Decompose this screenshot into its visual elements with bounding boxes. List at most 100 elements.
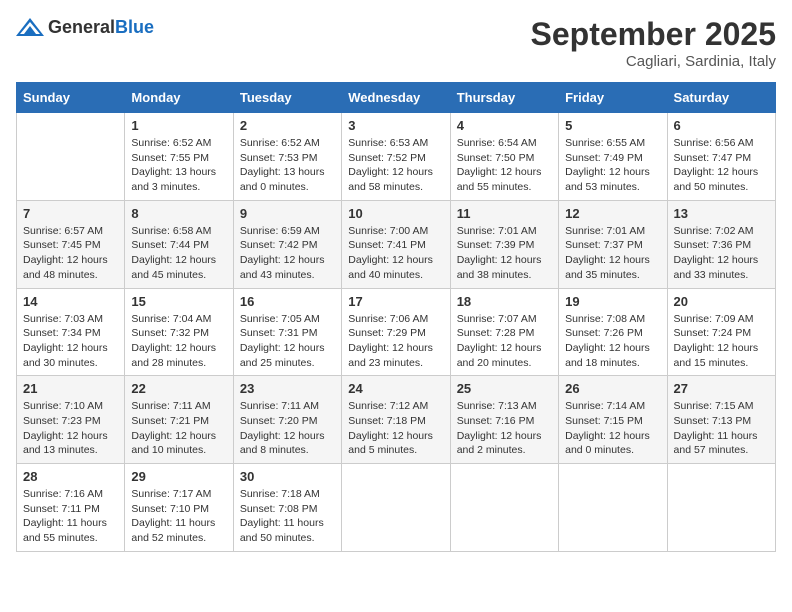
col-thursday: Thursday (450, 83, 558, 113)
day-number: 6 (674, 118, 769, 133)
calendar-cell (342, 464, 450, 552)
day-info: Sunrise: 7:11 AM Sunset: 7:20 PM Dayligh… (240, 399, 335, 458)
day-number: 2 (240, 118, 335, 133)
day-info: Sunrise: 7:02 AM Sunset: 7:36 PM Dayligh… (674, 224, 769, 283)
calendar-cell: 25 Sunrise: 7:13 AM Sunset: 7:16 PM Dayli… (450, 376, 558, 464)
day-info: Sunrise: 6:52 AM Sunset: 7:53 PM Dayligh… (240, 136, 335, 195)
calendar-cell: 26Sunrise: 7:14 AM Sunset: 7:15 PM Dayli… (559, 376, 667, 464)
calendar-cell: 4 Sunrise: 6:54 AM Sunset: 7:50 PM Daylig… (450, 113, 558, 201)
day-number: 11 (457, 206, 552, 221)
day-info: Sunrise: 7:15 AM Sunset: 7:13 PM Dayligh… (674, 399, 769, 458)
calendar-cell: 8 Sunrise: 6:58 AM Sunset: 7:44 PM Daylig… (125, 200, 233, 288)
day-number: 7 (23, 206, 118, 221)
day-info: Sunrise: 7:13 AM Sunset: 7:16 PM Dayligh… (457, 399, 552, 458)
location: Cagliari, Sardinia, Italy (531, 53, 776, 70)
day-info: Sunrise: 7:18 AM Sunset: 7:08 PM Dayligh… (240, 487, 335, 546)
calendar-cell: 27 Sunrise: 7:15 AM Sunset: 7:13 PM Dayli… (667, 376, 775, 464)
logo-blue: Blue (115, 17, 154, 37)
day-info: Sunrise: 7:05 AM Sunset: 7:31 PM Dayligh… (240, 312, 335, 371)
calendar-cell (450, 464, 558, 552)
calendar-table: Sunday Monday Tuesday Wednesday Thursday… (16, 82, 776, 552)
calendar-cell: 29 Sunrise: 7:17 AM Sunset: 7:10 PM Dayli… (125, 464, 233, 552)
col-sunday: Sunday (17, 83, 125, 113)
day-info: Sunrise: 6:56 AM Sunset: 7:47 PM Dayligh… (674, 136, 769, 195)
calendar-cell: 19 Sunrise: 7:08 AM Sunset: 7:26 PM Dayli… (559, 288, 667, 376)
day-number: 5 (565, 118, 660, 133)
day-info: Sunrise: 6:52 AM Sunset: 7:55 PM Dayligh… (131, 136, 226, 195)
calendar-cell: 23Sunrise: 7:11 AM Sunset: 7:20 PM Dayli… (233, 376, 341, 464)
calendar-cell: 1 Sunrise: 6:52 AM Sunset: 7:55 PM Daylig… (125, 113, 233, 201)
calendar-cell: 13 Sunrise: 7:02 AM Sunset: 7:36 PM Dayli… (667, 200, 775, 288)
calendar-cell: 18 Sunrise: 7:07 AM Sunset: 7:28 PM Dayli… (450, 288, 558, 376)
day-info: Sunrise: 7:16 AM Sunset: 7:11 PM Dayligh… (23, 487, 118, 546)
day-info: Sunrise: 7:10 AM Sunset: 7:23 PM Dayligh… (23, 399, 118, 458)
day-number: 10 (348, 206, 443, 221)
day-info: Sunrise: 6:55 AM Sunset: 7:49 PM Dayligh… (565, 136, 660, 195)
logo-general: General (48, 17, 115, 37)
day-info: Sunrise: 7:12 AM Sunset: 7:18 PM Dayligh… (348, 399, 443, 458)
calendar-cell: 6 Sunrise: 6:56 AM Sunset: 7:47 PM Daylig… (667, 113, 775, 201)
day-number: 24 (348, 381, 443, 396)
logo: GeneralBlue (16, 16, 154, 38)
calendar-header-row: Sunday Monday Tuesday Wednesday Thursday… (17, 83, 776, 113)
col-friday: Friday (559, 83, 667, 113)
day-info: Sunrise: 7:09 AM Sunset: 7:24 PM Dayligh… (674, 312, 769, 371)
day-number: 21 (23, 381, 118, 396)
calendar-cell: 11 Sunrise: 7:01 AM Sunset: 7:39 PM Dayli… (450, 200, 558, 288)
day-info: Sunrise: 7:11 AM Sunset: 7:21 PM Dayligh… (131, 399, 226, 458)
calendar-week-row: 1 Sunrise: 6:52 AM Sunset: 7:55 PM Daylig… (17, 113, 776, 201)
day-number: 1 (131, 118, 226, 133)
day-number: 25 (457, 381, 552, 396)
day-info: Sunrise: 7:06 AM Sunset: 7:29 PM Dayligh… (348, 312, 443, 371)
day-number: 29 (131, 469, 226, 484)
calendar-cell (667, 464, 775, 552)
day-info: Sunrise: 7:17 AM Sunset: 7:10 PM Dayligh… (131, 487, 226, 546)
calendar-cell: 20 Sunrise: 7:09 AM Sunset: 7:24 PM Dayli… (667, 288, 775, 376)
day-number: 3 (348, 118, 443, 133)
calendar-cell: 28Sunrise: 7:16 AM Sunset: 7:11 PM Dayli… (17, 464, 125, 552)
day-info: Sunrise: 6:54 AM Sunset: 7:50 PM Dayligh… (457, 136, 552, 195)
calendar-cell: 24 Sunrise: 7:12 AM Sunset: 7:18 PM Dayli… (342, 376, 450, 464)
calendar-cell: 16 Sunrise: 7:05 AM Sunset: 7:31 PM Dayli… (233, 288, 341, 376)
day-number: 15 (131, 294, 226, 309)
logo-text: GeneralBlue (48, 17, 154, 38)
day-number: 18 (457, 294, 552, 309)
col-tuesday: Tuesday (233, 83, 341, 113)
calendar-cell: 12Sunrise: 7:01 AM Sunset: 7:37 PM Dayli… (559, 200, 667, 288)
day-info: Sunrise: 6:59 AM Sunset: 7:42 PM Dayligh… (240, 224, 335, 283)
calendar-cell: 17Sunrise: 7:06 AM Sunset: 7:29 PM Dayli… (342, 288, 450, 376)
calendar-week-row: 14 Sunrise: 7:03 AM Sunset: 7:34 PM Dayli… (17, 288, 776, 376)
day-number: 12 (565, 206, 660, 221)
calendar-cell: 21 Sunrise: 7:10 AM Sunset: 7:23 PM Dayli… (17, 376, 125, 464)
day-info: Sunrise: 7:04 AM Sunset: 7:32 PM Dayligh… (131, 312, 226, 371)
day-number: 8 (131, 206, 226, 221)
logo-icon (16, 16, 44, 38)
calendar-cell: 15 Sunrise: 7:04 AM Sunset: 7:32 PM Dayli… (125, 288, 233, 376)
day-info: Sunrise: 7:07 AM Sunset: 7:28 PM Dayligh… (457, 312, 552, 371)
calendar-cell: 3Sunrise: 6:53 AM Sunset: 7:52 PM Daylig… (342, 113, 450, 201)
day-number: 20 (674, 294, 769, 309)
day-number: 19 (565, 294, 660, 309)
day-info: Sunrise: 7:03 AM Sunset: 7:34 PM Dayligh… (23, 312, 118, 371)
day-info: Sunrise: 7:08 AM Sunset: 7:26 PM Dayligh… (565, 312, 660, 371)
calendar-week-row: 28Sunrise: 7:16 AM Sunset: 7:11 PM Dayli… (17, 464, 776, 552)
calendar-cell (559, 464, 667, 552)
page-header: GeneralBlue September 2025 Cagliari, Sar… (16, 16, 776, 70)
calendar-cell: 9 Sunrise: 6:59 AM Sunset: 7:42 PM Daylig… (233, 200, 341, 288)
day-number: 27 (674, 381, 769, 396)
day-info: Sunrise: 7:00 AM Sunset: 7:41 PM Dayligh… (348, 224, 443, 283)
day-number: 13 (674, 206, 769, 221)
day-number: 16 (240, 294, 335, 309)
day-info: Sunrise: 6:58 AM Sunset: 7:44 PM Dayligh… (131, 224, 226, 283)
day-info: Sunrise: 7:01 AM Sunset: 7:39 PM Dayligh… (457, 224, 552, 283)
day-number: 9 (240, 206, 335, 221)
calendar-cell: 5 Sunrise: 6:55 AM Sunset: 7:49 PM Daylig… (559, 113, 667, 201)
calendar-cell (17, 113, 125, 201)
col-wednesday: Wednesday (342, 83, 450, 113)
day-number: 4 (457, 118, 552, 133)
day-number: 30 (240, 469, 335, 484)
calendar-cell: 10 Sunrise: 7:00 AM Sunset: 7:41 PM Dayli… (342, 200, 450, 288)
day-number: 26 (565, 381, 660, 396)
day-number: 14 (23, 294, 118, 309)
calendar-cell: 2 Sunrise: 6:52 AM Sunset: 7:53 PM Daylig… (233, 113, 341, 201)
